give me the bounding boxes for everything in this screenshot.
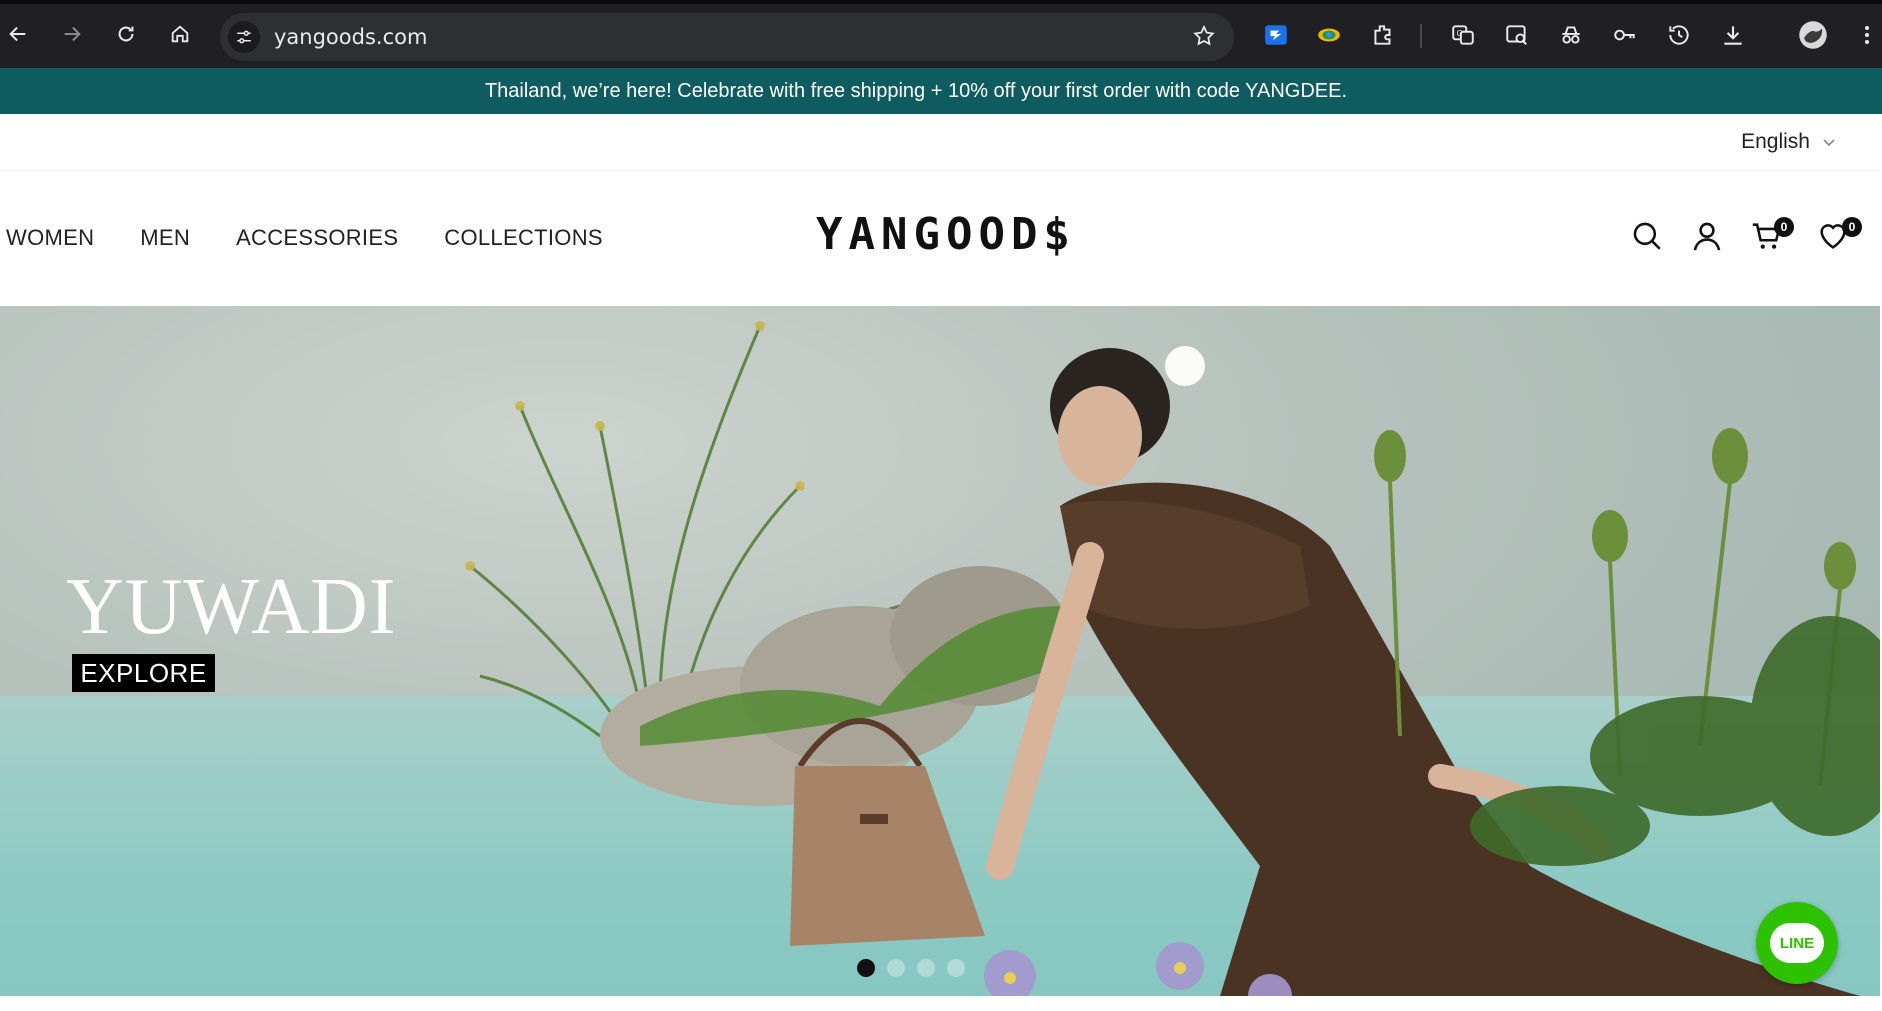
history-icon[interactable]	[1664, 20, 1694, 50]
chevron-down-icon	[1823, 139, 1835, 147]
explore-button[interactable]: EXPLORE	[72, 654, 215, 692]
language-label: English	[1741, 130, 1810, 153]
incognito-icon[interactable]	[1556, 20, 1586, 50]
search-icon[interactable]	[1630, 219, 1666, 255]
browser-toolbar: yangoods.com G	[0, 0, 1882, 68]
site-settings-icon[interactable]	[228, 21, 260, 53]
back-arrow-icon	[9, 26, 26, 42]
page-bottom-edge	[0, 996, 1882, 1011]
promo-text: Thailand, we’re here! Celebrate with fre…	[484, 79, 1348, 102]
reload-icon	[118, 26, 134, 42]
slide-dot-active[interactable]	[857, 959, 875, 977]
language-bar: English	[0, 114, 1880, 171]
browser-menu-icon[interactable]	[1852, 20, 1882, 50]
url-text[interactable]: yangoods.com	[274, 25, 427, 49]
language-selector[interactable]: English	[1741, 130, 1836, 154]
bookmark-star-icon[interactable]	[1192, 24, 1216, 53]
password-key-icon[interactable]	[1610, 20, 1640, 50]
extension-blue-icon[interactable]	[1261, 20, 1291, 50]
main-nav: WOMEN MEN ACCESSORIES COLLECTIONS	[6, 225, 603, 251]
slide-dot[interactable]	[917, 959, 935, 977]
home-button[interactable]	[164, 18, 196, 50]
address-bar[interactable]: yangoods.com	[220, 13, 1234, 61]
page-search-icon[interactable]	[1502, 20, 1532, 50]
hero-banner[interactable]: YUWADI EXPLORE LINE	[0, 306, 1880, 996]
home-icon	[171, 25, 189, 43]
extensions-puzzle-icon[interactable]	[1368, 20, 1398, 50]
account-icon[interactable]	[1690, 219, 1726, 255]
line-chat-icon: LINE	[1770, 923, 1824, 963]
nav-item-accessories[interactable]: ACCESSORIES	[236, 225, 398, 251]
line-chat-label: LINE	[1779, 934, 1815, 952]
nav-item-men[interactable]: MEN	[140, 225, 190, 251]
svg-text:G: G	[1457, 29, 1463, 38]
nav-item-women[interactable]: WOMEN	[6, 225, 94, 251]
site-logo[interactable]: YANGOOD$	[816, 209, 1076, 260]
cart-count-badge: 0	[1774, 217, 1794, 237]
profile-avatar[interactable]	[1798, 20, 1828, 50]
extension-colorful-icon[interactable]	[1314, 20, 1344, 50]
forward-arrow-icon	[64, 26, 81, 42]
site-header: WOMEN MEN ACCESSORIES COLLECTIONS YANGOO…	[0, 171, 1880, 306]
slide-dot[interactable]	[947, 959, 965, 977]
translate-icon[interactable]: G	[1448, 20, 1478, 50]
nav-item-collections[interactable]: COLLECTIONS	[444, 225, 603, 251]
download-icon[interactable]	[1718, 20, 1748, 50]
toolbar-divider	[1420, 24, 1422, 48]
back-button[interactable]	[2, 18, 34, 50]
hero-title: YUWADI	[66, 563, 397, 651]
forward-button[interactable]	[56, 18, 88, 50]
wishlist-count-badge: 0	[1842, 217, 1862, 237]
slide-dot[interactable]	[887, 959, 905, 977]
reload-button[interactable]	[110, 18, 142, 50]
line-chat-button[interactable]: LINE	[1756, 902, 1838, 984]
promo-banner: Thailand, we’re here! Celebrate with fre…	[0, 68, 1882, 114]
